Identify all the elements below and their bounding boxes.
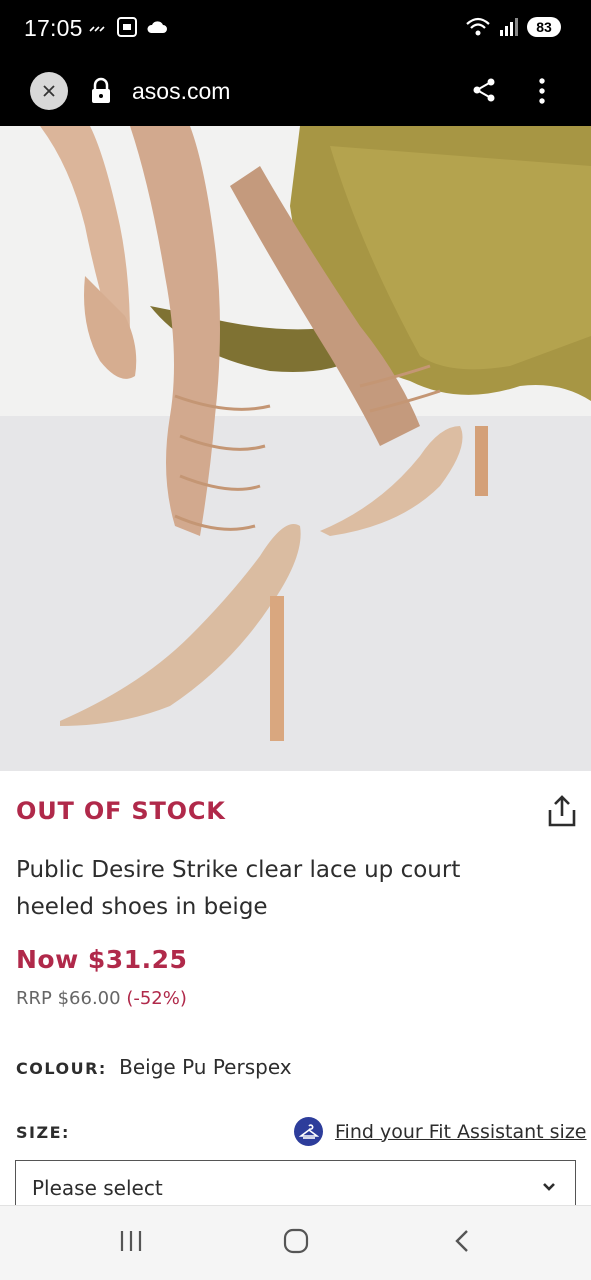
battery-icon: 83: [527, 17, 561, 37]
missed-call-icon: [89, 26, 105, 32]
wifi-icon: [466, 17, 490, 36]
colour-row: COLOUR: Beige Pu Perspex: [16, 1055, 292, 1079]
more-vert-icon[interactable]: [530, 76, 554, 106]
screenshot-icon: [117, 17, 137, 37]
close-icon: [43, 85, 55, 97]
price-now: Now $31.25: [16, 945, 188, 974]
home-icon[interactable]: [283, 1228, 309, 1254]
share-icon[interactable]: [470, 76, 498, 104]
colour-value: Beige Pu Perspex: [119, 1055, 292, 1079]
fit-assistant-link[interactable]: Find your Fit Assistant size: [335, 1121, 586, 1143]
size-label: SIZE:: [16, 1123, 70, 1142]
signal-icon: [500, 18, 518, 36]
product-photo: [0, 126, 591, 771]
rrp-label: RRP $66.00: [16, 988, 121, 1009]
discount-percent: (-52%): [126, 988, 187, 1009]
status-icons-right: 83: [465, 16, 561, 38]
stock-status: OUT OF STOCK: [16, 797, 226, 825]
status-icons-left: [88, 16, 168, 38]
chevron-down-icon: [543, 1183, 555, 1191]
size-select-placeholder: Please select: [32, 1176, 163, 1200]
cloud-icon: [147, 21, 167, 33]
colour-label: COLOUR:: [16, 1059, 107, 1078]
product-image[interactable]: [0, 126, 591, 771]
system-nav-bar: [0, 1205, 591, 1280]
status-time: 17:05: [24, 15, 83, 41]
lock-icon[interactable]: [90, 77, 112, 105]
rrp-price: RRP $66.00 (-52%): [16, 988, 187, 1009]
share-product-icon[interactable]: [547, 794, 577, 828]
back-icon[interactable]: [450, 1228, 476, 1254]
hanger-icon: [294, 1117, 323, 1146]
fit-assistant[interactable]: Find your Fit Assistant size: [294, 1117, 586, 1146]
close-tab-button[interactable]: [30, 72, 68, 110]
product-title: Public Desire Strike clear lace up court…: [16, 857, 461, 920]
url-text[interactable]: asos.com: [132, 78, 230, 105]
status-bar: 17:05 83: [0, 0, 591, 58]
browser-url-bar: asos.com: [0, 58, 591, 126]
recent-apps-icon[interactable]: [118, 1228, 144, 1254]
